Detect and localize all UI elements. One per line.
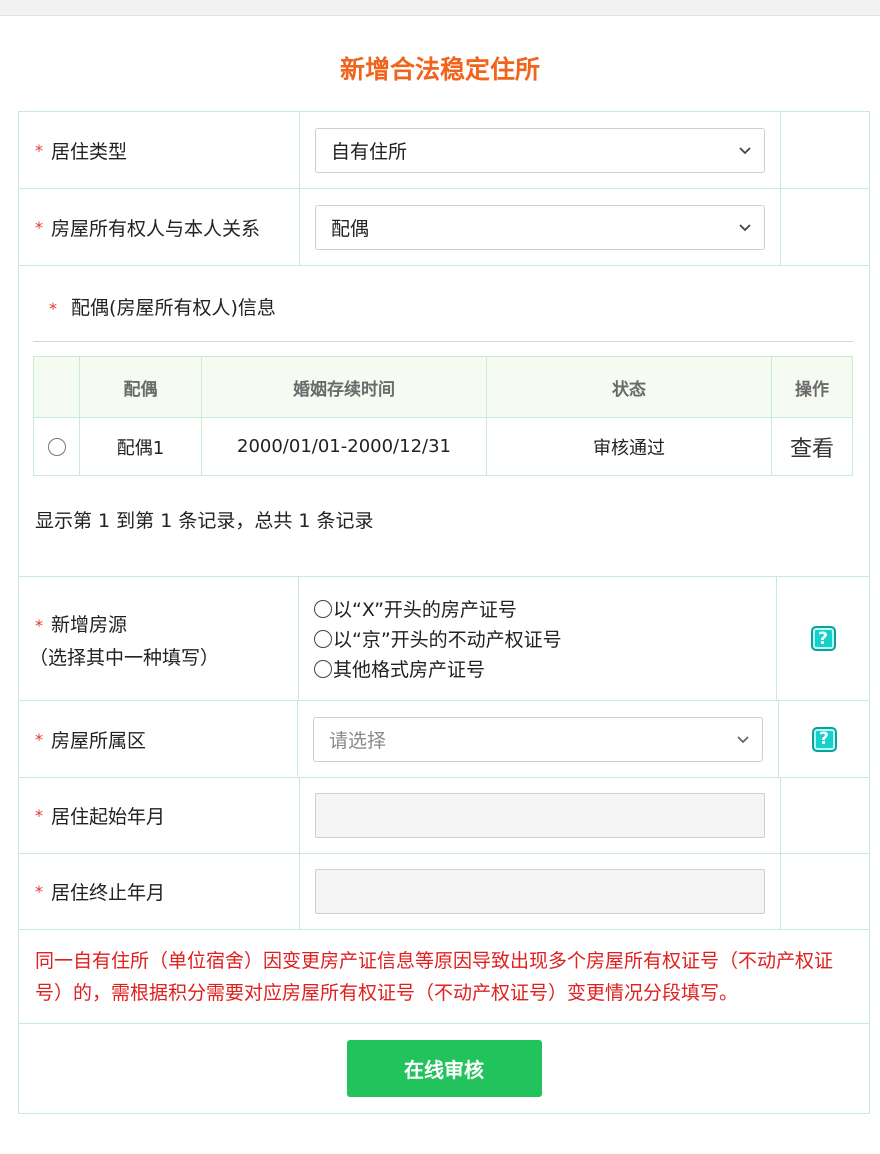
pagination-info: 显示第 1 到第 1 条记录，总共 1 条记录 (35, 510, 374, 532)
row-select-cell (33, 417, 80, 476)
owner-relation-control-cell: 配偶 (300, 189, 781, 265)
required-mark: * (35, 217, 43, 237)
radio-circle-icon (314, 659, 332, 678)
district-select[interactable]: 请选择 (313, 716, 763, 762)
radio-circle-icon (314, 629, 332, 648)
view-link[interactable]: 查看 (790, 437, 834, 462)
page-title: 新增合法稳定住所 (339, 55, 540, 84)
end-month-control-cell (300, 854, 781, 929)
house-source-option-label: 其他格式房产证号 (333, 659, 486, 681)
house-source-label-text: 新增房源 (51, 614, 128, 636)
end-month-extra-cell (781, 854, 869, 929)
house-source-option-x-cert[interactable]: 以“X”开头的房产证号 (314, 595, 562, 622)
house-source-label-block: * 新增房源 （选择其中一种填写） (29, 603, 219, 674)
notice-text: 同一自有住所（单位宿舍）因变更房产证信息等原因导致出现多个房屋所有权证号（不动产… (35, 950, 834, 1004)
required-mark: * (35, 882, 43, 901)
start-month-row: * 居住起始年月 (19, 778, 869, 854)
end-month-row: * 居住终止年月 (19, 854, 869, 930)
required-mark: * (35, 616, 43, 635)
required-mark: * (49, 299, 57, 318)
online-review-button[interactable]: 在线审核 (346, 1040, 542, 1097)
residence-form: * 居住类型 自有住所 * 房屋所有权人与本人关系 配偶 * 配偶(房屋所有权人… (18, 111, 870, 1114)
start-month-control-cell (300, 778, 781, 853)
column-header-select (33, 356, 80, 418)
table-header-row: 配偶 婚姻存续时间 状态 操作 (33, 356, 853, 418)
house-source-hint: （选择其中一种填写） (29, 647, 220, 669)
owner-relation-extra-cell (781, 189, 869, 265)
house-source-option-label: 以“X”开头的房产证号 (333, 599, 517, 621)
district-help-cell: ? (779, 701, 869, 777)
action-cell: 查看 (771, 417, 853, 476)
spouse-cell: 配偶1 (79, 417, 202, 476)
start-month-label-text: 居住起始年月 (51, 806, 166, 828)
owner-relation-select[interactable]: 配偶 (315, 204, 765, 250)
residence-type-select[interactable]: 自有住所 (315, 127, 765, 173)
spouse-info-title: * 配偶(房屋所有权人)信息 (33, 266, 853, 342)
owner-relation-selected-value: 配偶 (331, 217, 370, 240)
house-source-option-label: 以“京”开头的不动产权证号 (333, 629, 562, 651)
column-header-status: 状态 (486, 356, 772, 418)
radio-circle-icon (314, 599, 332, 618)
residence-type-label: * 居住类型 (19, 112, 300, 188)
residence-type-selected-value: 自有住所 (331, 140, 408, 163)
marriage-period-cell: 2000/01/01-2000/12/31 (201, 417, 487, 476)
notice-row: 同一自有住所（单位宿舍）因变更房产证信息等原因导致出现多个房屋所有权证号（不动产… (19, 930, 869, 1024)
spouse-info-title-text: 配偶(房屋所有权人)信息 (71, 297, 276, 319)
submit-row: 在线审核 (19, 1024, 869, 1114)
chevron-down-icon (739, 147, 751, 155)
owner-relation-label-text: 房屋所有权人与本人关系 (51, 217, 261, 240)
spouse-info-row: * 配偶(房屋所有权人)信息 配偶 婚姻存续时间 状态 操作 配偶1 2000/… (19, 266, 869, 577)
required-mark: * (35, 140, 43, 160)
spouse-info-block: * 配偶(房屋所有权人)信息 配偶 婚姻存续时间 状态 操作 配偶1 2000/… (19, 266, 869, 576)
district-label-text: 房屋所属区 (51, 729, 147, 752)
residence-type-control-cell: 自有住所 (300, 112, 781, 188)
house-source-option-jing-cert[interactable]: 以“京”开头的不动产权证号 (314, 625, 562, 652)
required-mark: * (35, 806, 43, 825)
help-icon[interactable]: ? (810, 626, 836, 651)
chevron-down-icon (737, 736, 749, 744)
start-month-extra-cell (781, 778, 869, 853)
district-placeholder: 请选择 (329, 729, 387, 752)
table-row: 配偶1 2000/01/01-2000/12/31 审核通过 查看 (33, 417, 853, 476)
district-label: * 房屋所属区 (19, 701, 298, 777)
spouse-table: 配偶 婚姻存续时间 状态 操作 配偶1 2000/01/01-2000/12/3… (33, 356, 853, 476)
end-month-label: * 居住终止年月 (19, 854, 300, 929)
column-header-marriage-period: 婚姻存续时间 (201, 356, 487, 418)
help-glyph: ? (819, 729, 829, 749)
residence-type-row: * 居住类型 自有住所 (19, 112, 869, 189)
column-header-action: 操作 (771, 356, 853, 418)
house-source-option-other-cert[interactable]: 其他格式房产证号 (314, 655, 562, 682)
district-row: * 房屋所属区 请选择 ? (19, 701, 869, 778)
house-source-row: * 新增房源 （选择其中一种填写） 以“X”开头的房产证号 以“京”开头的不动产权… (19, 577, 869, 701)
district-control-cell: 请选择 (298, 701, 779, 777)
residence-type-extra-cell (781, 112, 869, 188)
chevron-down-icon (739, 224, 751, 232)
help-icon[interactable]: ? (811, 726, 837, 752)
house-source-help-cell: ? (777, 577, 869, 700)
start-month-label: * 居住起始年月 (19, 778, 300, 853)
top-bar (0, 0, 880, 16)
row-radio-button[interactable] (47, 438, 66, 456)
help-glyph: ? (818, 628, 828, 649)
owner-relation-label: * 房屋所有权人与本人关系 (19, 189, 300, 265)
residence-type-label-text: 居住类型 (51, 140, 128, 163)
house-source-control-cell: 以“X”开头的房产证号 以“京”开头的不动产权证号 其他格式房产证号 (299, 577, 777, 700)
column-header-spouse: 配偶 (79, 356, 202, 418)
end-month-label-text: 居住终止年月 (51, 882, 166, 904)
house-source-radio-group: 以“X”开头的房产证号 以“京”开头的不动产权证号 其他格式房产证号 (314, 595, 562, 682)
required-mark: * (35, 729, 43, 749)
end-month-input[interactable] (315, 869, 765, 914)
house-source-label: * 新增房源 （选择其中一种填写） (19, 577, 299, 700)
status-cell: 审核通过 (486, 417, 772, 476)
start-month-input[interactable] (315, 793, 765, 838)
owner-relation-row: * 房屋所有权人与本人关系 配偶 (19, 189, 869, 266)
